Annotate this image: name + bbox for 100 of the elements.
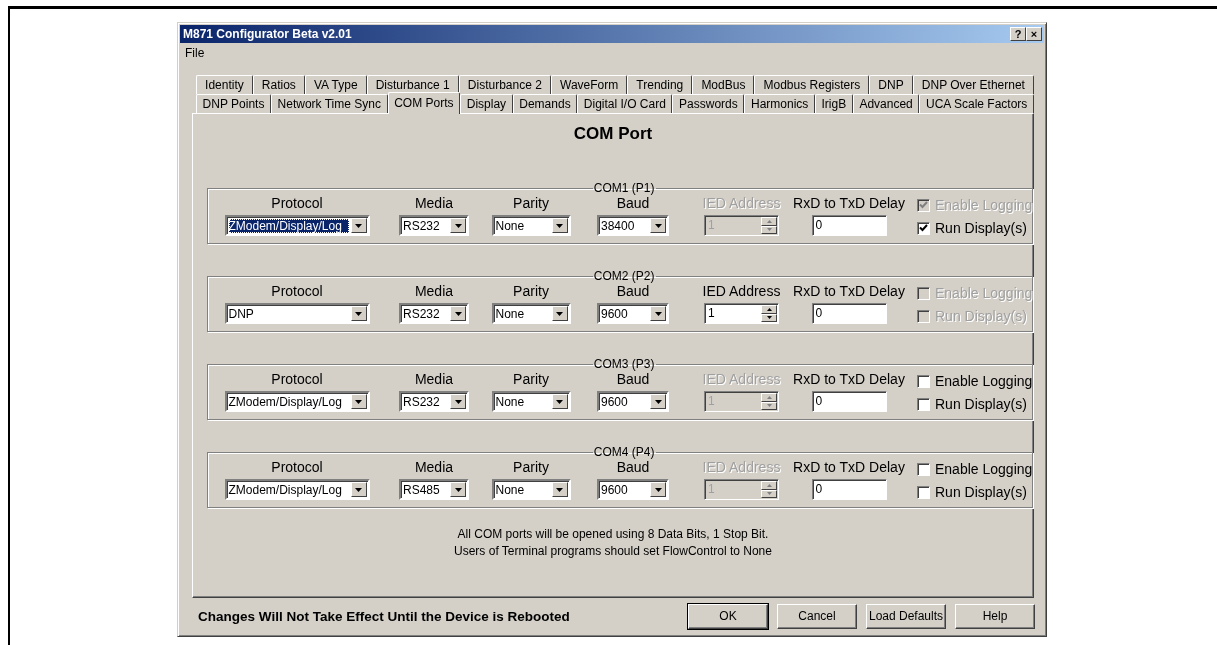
group-title: COM3 (P3) <box>592 357 656 371</box>
media-dropdown[interactable]: RS232 <box>399 215 469 236</box>
tab[interactable]: DNP Points <box>196 94 271 113</box>
caret-icon <box>556 311 563 316</box>
protocol-dropdown[interactable]: DNP <box>224 303 370 324</box>
tab[interactable]: COM Ports <box>387 92 461 114</box>
note-text: Users of Terminal programs should set FlowControl to None <box>454 543 772 560</box>
spin-down-icon <box>766 492 772 496</box>
group-title: COM4 (P4) <box>592 445 656 459</box>
window-title: M871 Configurator Beta v2.01 <box>183 27 352 41</box>
tab[interactable]: Harmonics <box>744 94 815 113</box>
baud-dropdown[interactable]: 9600 <box>597 303 669 324</box>
field-label: RxD to TxD Delay <box>793 195 905 211</box>
media-dropdown[interactable]: RS232 <box>399 303 469 324</box>
checkbox[interactable] <box>917 462 930 476</box>
field-label: Parity <box>513 195 549 211</box>
checkbox[interactable] <box>917 485 930 499</box>
checkbox-label: Enable Logging <box>935 461 1033 477</box>
field-label: Protocol <box>271 371 323 387</box>
protocol-dropdown[interactable]: ZModem/Display/Log <box>224 391 370 412</box>
checkmark-icon <box>919 201 928 209</box>
tab[interactable]: Disturbance 1 <box>366 75 459 94</box>
caret-icon <box>654 311 662 316</box>
delay-input[interactable]: 0 <box>811 215 887 236</box>
parity-dropdown[interactable]: None <box>491 215 571 236</box>
baud-dropdown[interactable]: 9600 <box>597 479 669 500</box>
tab[interactable]: Network Time Sync <box>271 94 388 113</box>
caret-icon <box>654 223 662 228</box>
section-heading: COM Port <box>572 124 654 144</box>
tab[interactable]: Demands <box>512 94 578 113</box>
close-button[interactable]: × <box>1026 27 1042 41</box>
checkbox-label: Run Display(s) <box>935 396 1027 412</box>
field-label: IED Address <box>702 283 781 299</box>
tab[interactable]: UCA Scale Factors <box>919 94 1034 113</box>
delay-input[interactable]: 0 <box>811 479 887 500</box>
protocol-dropdown[interactable]: ZModem/Display/Log <box>224 479 370 500</box>
caret-icon <box>556 399 563 404</box>
baud-dropdown[interactable]: 9600 <box>597 391 669 412</box>
caret-icon <box>454 399 462 404</box>
tab[interactable]: Display <box>460 94 513 113</box>
spin-up-icon <box>766 219 772 223</box>
media-dropdown[interactable]: RS485 <box>399 479 469 500</box>
tab[interactable]: Advanced <box>852 94 920 113</box>
dialog-button[interactable]: Load Defaults <box>866 603 946 629</box>
menu-item[interactable]: File <box>183 45 207 60</box>
parity-dropdown[interactable]: None <box>491 303 571 324</box>
group-title: COM2 (P2) <box>592 269 656 283</box>
address-spinner[interactable]: 1 <box>704 303 779 324</box>
tab[interactable]: Passwords <box>672 94 745 113</box>
field-label: Protocol <box>271 195 323 211</box>
caret-icon <box>556 223 563 228</box>
tab[interactable]: DNP Over Ethernet <box>912 75 1034 94</box>
field-label: Parity <box>513 283 549 299</box>
field-label: Parity <box>513 459 549 475</box>
caret-icon <box>654 487 662 492</box>
baud-dropdown[interactable]: 38400 <box>597 215 669 236</box>
checkmark-icon <box>919 224 928 232</box>
tab[interactable]: Trending <box>627 75 693 94</box>
field-label: RxD to TxD Delay <box>793 371 905 387</box>
tab[interactable]: DNP <box>869 75 913 94</box>
checkbox-label: Enable Logging <box>935 373 1033 389</box>
tab[interactable]: VA Type <box>304 75 367 94</box>
tab[interactable]: Identity <box>196 75 253 94</box>
dialog-button[interactable]: Help <box>955 603 1035 629</box>
tab[interactable]: Digital I/O Card <box>577 94 673 113</box>
media-dropdown[interactable]: RS232 <box>399 391 469 412</box>
caret-icon <box>454 487 462 492</box>
checkbox-label: Run Display(s) <box>935 220 1027 236</box>
parity-dropdown[interactable]: None <box>491 391 571 412</box>
checkbox[interactable] <box>917 221 930 235</box>
note-text: All COM ports will be opened using 8 Data Bits, 1 Stop Bit. <box>457 526 769 543</box>
field-label: Baud <box>616 283 650 299</box>
parity-dropdown[interactable]: None <box>491 479 571 500</box>
protocol-dropdown[interactable]: ZModem/Display/Log <box>224 215 370 236</box>
tab[interactable]: IrigB <box>814 94 853 113</box>
caret-icon <box>355 487 362 492</box>
field-label: Baud <box>616 195 650 211</box>
delay-input[interactable]: 0 <box>811 391 887 412</box>
dialog-button[interactable]: Cancel <box>777 603 857 629</box>
tab[interactable]: Modbus Registers <box>754 75 870 94</box>
help-button[interactable]: ? <box>1010 27 1026 41</box>
delay-input[interactable]: 0 <box>811 303 887 324</box>
dialog-button[interactable]: OK <box>688 603 768 629</box>
checkbox[interactable] <box>917 397 930 411</box>
caret-icon <box>556 487 563 492</box>
spin-up-icon <box>766 483 772 487</box>
tab[interactable]: WaveForm <box>550 75 628 94</box>
tab[interactable]: ModBus <box>692 75 755 94</box>
group-title: COM1 (P1) <box>592 181 656 195</box>
spin-up-icon <box>766 307 772 311</box>
field-label: Media <box>414 371 454 387</box>
field-label: Baud <box>616 459 650 475</box>
status-message: Changes Will Not Take Effect Until the Device is Rebooted <box>198 608 571 624</box>
caret-icon <box>654 399 662 404</box>
checkbox[interactable] <box>917 374 930 388</box>
tab[interactable]: Ratios <box>252 75 305 94</box>
caret-icon <box>355 223 362 228</box>
field-label: Protocol <box>271 459 323 475</box>
caret-icon <box>454 311 462 316</box>
tab[interactable]: Disturbance 2 <box>458 75 551 94</box>
